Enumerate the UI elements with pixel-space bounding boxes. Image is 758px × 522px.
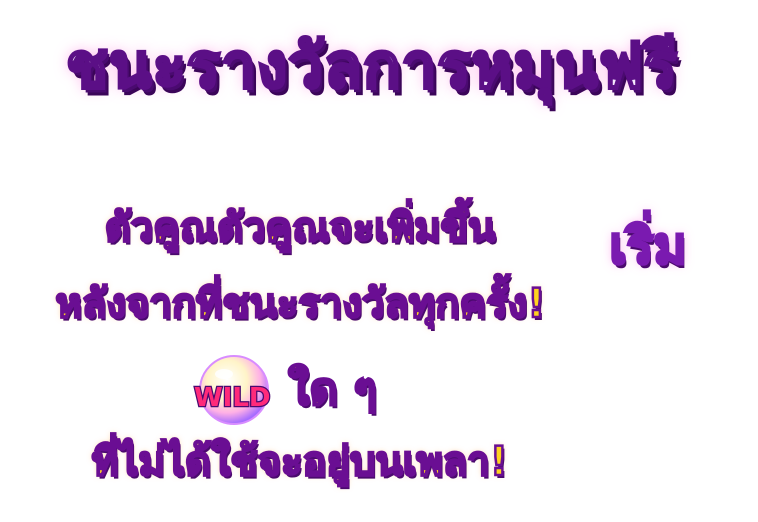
info-line-3: ใด ๆ xyxy=(287,363,379,417)
info-line-1: ตัวคูณตัวคูณจะเพิ่มขึ้น xyxy=(103,205,496,252)
free-spins-info-screen: ชนะรางวัลการหมุนฟรี เริ่ม ตัวคูณตัวคูณจะ… xyxy=(0,0,758,522)
wild-label: WILD xyxy=(194,383,271,413)
info-line-2: หลังจากที่ชนะรางวัลทุกครั้ง! xyxy=(54,281,546,328)
info-line-4: ที่ไม่ได้ใช้จะอยู่บนเพลา! xyxy=(91,439,510,486)
wild-bubble-icon: WILD xyxy=(193,355,272,425)
page-title: ชนะรางวัลการหมุนฟรี xyxy=(65,29,679,102)
start-button[interactable]: เริ่ม xyxy=(588,206,708,286)
wild-row: WILD ใด ๆ xyxy=(190,352,420,432)
